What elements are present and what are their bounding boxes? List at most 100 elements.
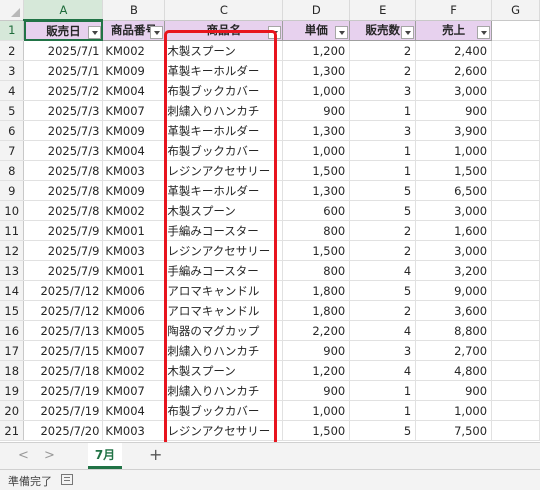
cell-date[interactable]: 2025/7/20 — [23, 420, 104, 441]
cell-price[interactable]: 600 — [282, 200, 351, 221]
row-number[interactable]: 6 — [0, 120, 25, 141]
cell-price[interactable]: 1,000 — [282, 80, 351, 101]
row-number[interactable]: 15 — [0, 300, 25, 321]
cell-name[interactable]: レジンアクセサリー — [164, 160, 284, 181]
row-number[interactable]: 21 — [0, 420, 25, 441]
row-number[interactable]: 16 — [0, 320, 25, 341]
cell-price[interactable]: 800 — [282, 260, 351, 281]
empty-cell[interactable] — [491, 200, 540, 221]
cell-code[interactable]: KM002 — [102, 200, 166, 221]
cell-date[interactable]: 2025/7/2 — [23, 80, 104, 101]
cell-name[interactable]: 革製キーホルダー — [164, 180, 284, 201]
cell-name[interactable]: 手編みコースター — [164, 220, 284, 241]
row-number[interactable]: 14 — [0, 280, 25, 301]
empty-cell[interactable] — [491, 120, 540, 141]
cell-price[interactable]: 1,000 — [282, 400, 351, 421]
cell-code[interactable]: KM002 — [102, 40, 166, 61]
column-header-d[interactable]: D — [282, 0, 351, 21]
cell-qty[interactable]: 5 — [349, 420, 417, 441]
cell-sales[interactable]: 7,500 — [415, 420, 493, 441]
row-number[interactable]: 1 — [0, 20, 25, 41]
cell-code[interactable]: KM003 — [102, 160, 166, 181]
prev-sheet-button[interactable]: < — [18, 448, 29, 463]
cell-name[interactable]: レジンアクセサリー — [164, 240, 284, 261]
cell-name[interactable]: 手編みコースター — [164, 260, 284, 281]
cell-date[interactable]: 2025/7/12 — [23, 280, 104, 301]
cell-code[interactable]: KM001 — [102, 260, 166, 281]
cell-code[interactable]: KM007 — [102, 340, 166, 361]
cell-code[interactable]: KM007 — [102, 100, 166, 121]
filter-dropdown-button[interactable] — [268, 26, 282, 39]
cell-code[interactable]: KM002 — [102, 360, 166, 381]
column-header-e[interactable]: E — [349, 0, 417, 21]
cell-price[interactable]: 900 — [282, 340, 351, 361]
row-number[interactable]: 5 — [0, 100, 25, 121]
cell-qty[interactable]: 2 — [349, 40, 417, 61]
row-number[interactable]: 12 — [0, 240, 25, 261]
cell-name[interactable]: 木製スプーン — [164, 40, 284, 61]
cell-sales[interactable]: 1,000 — [415, 400, 493, 421]
cell-code[interactable]: KM004 — [102, 80, 166, 101]
header-cell-price[interactable]: 単価 — [282, 20, 351, 41]
cell-price[interactable]: 1,500 — [282, 160, 351, 181]
cell-qty[interactable]: 4 — [349, 260, 417, 281]
cell-name[interactable]: 革製キーホルダー — [164, 60, 284, 81]
cell-code[interactable]: KM006 — [102, 300, 166, 321]
cell-sales[interactable]: 1,600 — [415, 220, 493, 241]
row-number[interactable]: 2 — [0, 40, 25, 61]
cell-name[interactable]: 布製ブックカバー — [164, 80, 284, 101]
cell-name[interactable]: アロマキャンドル — [164, 280, 284, 301]
cell-qty[interactable]: 5 — [349, 280, 417, 301]
cell-code[interactable]: KM004 — [102, 400, 166, 421]
cell-sales[interactable]: 9,000 — [415, 280, 493, 301]
accessibility-icon[interactable] — [61, 474, 73, 485]
cell-qty[interactable]: 3 — [349, 80, 417, 101]
cell-code[interactable]: KM003 — [102, 420, 166, 441]
cell-sales[interactable]: 3,000 — [415, 80, 493, 101]
cell-qty[interactable]: 2 — [349, 220, 417, 241]
cell-date[interactable]: 2025/7/1 — [23, 40, 104, 61]
cell-date[interactable]: 2025/7/1 — [23, 60, 104, 81]
cell-sales[interactable]: 4,800 — [415, 360, 493, 381]
empty-cell[interactable] — [491, 220, 540, 241]
cell-qty[interactable]: 5 — [349, 200, 417, 221]
empty-cell[interactable] — [491, 60, 540, 81]
cell-qty[interactable]: 4 — [349, 320, 417, 341]
row-number[interactable]: 11 — [0, 220, 25, 241]
row-number[interactable]: 10 — [0, 200, 25, 221]
cell-date[interactable]: 2025/7/3 — [23, 100, 104, 121]
header-cell-name[interactable]: 商品名 — [164, 20, 284, 41]
column-header-a[interactable]: A — [23, 0, 104, 21]
filter-dropdown-button[interactable] — [477, 26, 491, 39]
row-number[interactable]: 3 — [0, 60, 25, 81]
cell-name[interactable]: 布製ブックカバー — [164, 140, 284, 161]
cell-sales[interactable]: 900 — [415, 380, 493, 401]
empty-cell[interactable] — [491, 280, 540, 301]
cell-date[interactable]: 2025/7/8 — [23, 180, 104, 201]
select-all-corner[interactable] — [0, 0, 25, 21]
cell-name[interactable]: 刺繍入りハンカチ — [164, 380, 284, 401]
cell-code[interactable]: KM006 — [102, 280, 166, 301]
cell-price[interactable]: 2,200 — [282, 320, 351, 341]
header-cell-sales[interactable]: 売上 — [415, 20, 493, 41]
cell-price[interactable]: 1,000 — [282, 140, 351, 161]
empty-cell[interactable] — [491, 360, 540, 381]
header-cell-code[interactable]: 商品番号 — [102, 20, 166, 41]
empty-cell[interactable] — [491, 320, 540, 341]
empty-cell[interactable] — [491, 20, 540, 41]
cell-qty[interactable]: 3 — [349, 120, 417, 141]
cell-date[interactable]: 2025/7/9 — [23, 220, 104, 241]
row-number[interactable]: 9 — [0, 180, 25, 201]
empty-cell[interactable] — [491, 80, 540, 101]
cell-name[interactable]: 刺繍入りハンカチ — [164, 100, 284, 121]
cell-price[interactable]: 1,500 — [282, 420, 351, 441]
cell-date[interactable]: 2025/7/3 — [23, 120, 104, 141]
cell-price[interactable]: 1,300 — [282, 180, 351, 201]
row-number[interactable]: 8 — [0, 160, 25, 181]
cell-code[interactable]: KM001 — [102, 220, 166, 241]
cell-date[interactable]: 2025/7/8 — [23, 200, 104, 221]
empty-cell[interactable] — [491, 140, 540, 161]
row-number[interactable]: 19 — [0, 380, 25, 401]
row-number[interactable]: 13 — [0, 260, 25, 281]
cell-name[interactable]: 木製スプーン — [164, 360, 284, 381]
